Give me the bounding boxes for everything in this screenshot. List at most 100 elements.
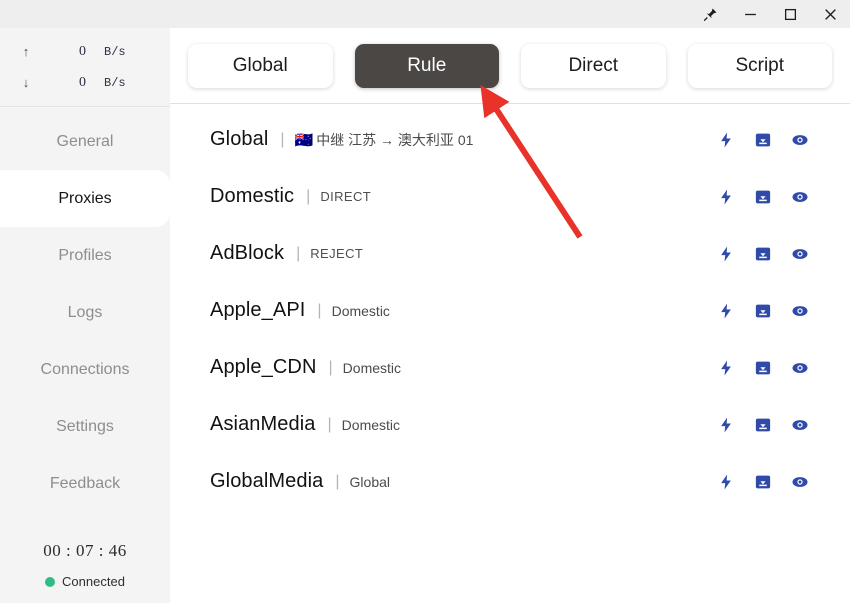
row-divider: | bbox=[317, 359, 343, 377]
upload-speed-value: 0 bbox=[52, 44, 86, 60]
sidebar-item-profiles[interactable]: Profiles bbox=[0, 227, 170, 284]
tab-label: Script bbox=[735, 55, 784, 77]
sidebar-item-label: Proxies bbox=[58, 190, 111, 208]
status-area: 00 : 07 : 46 Connected bbox=[0, 541, 170, 603]
eye-icon[interactable] bbox=[791, 302, 809, 320]
speed-indicator: ↑ 0 B/s ↓ 0 B/s bbox=[0, 28, 170, 107]
mode-tabs: Global Rule Direct Script bbox=[170, 28, 850, 103]
proxy-group-name: Domestic bbox=[210, 185, 294, 208]
sidebar: ↑ 0 B/s ↓ 0 B/s General Proxies Profiles… bbox=[0, 28, 170, 603]
table-row[interactable]: GlobalMedia | Global bbox=[170, 453, 850, 510]
row-divider: | bbox=[316, 416, 342, 434]
tab-direct[interactable]: Direct bbox=[521, 44, 666, 88]
proxy-group-name: AsianMedia bbox=[210, 413, 316, 436]
row-actions bbox=[717, 359, 850, 377]
sidebar-item-feedback[interactable]: Feedback bbox=[0, 455, 170, 512]
row-actions bbox=[717, 131, 850, 149]
lightning-bolt-icon[interactable] bbox=[717, 131, 735, 149]
tab-label: Global bbox=[233, 55, 288, 77]
lightning-bolt-icon[interactable] bbox=[717, 302, 735, 320]
proxy-group-name: Global bbox=[210, 128, 268, 151]
eye-icon[interactable] bbox=[791, 473, 809, 491]
tab-script[interactable]: Script bbox=[688, 44, 833, 88]
lightning-bolt-icon[interactable] bbox=[717, 188, 735, 206]
proxy-group-value: REJECT bbox=[310, 246, 363, 261]
lightning-bolt-icon[interactable] bbox=[717, 473, 735, 491]
sidebar-nav: General Proxies Profiles Logs Connection… bbox=[0, 107, 170, 512]
proxy-group-name: Apple_API bbox=[210, 299, 305, 322]
table-row[interactable]: Domestic | DIRECT bbox=[170, 168, 850, 225]
proxy-group-value: DIRECT bbox=[320, 189, 371, 204]
download-speed-row: ↓ 0 B/s bbox=[0, 67, 170, 98]
eye-icon[interactable] bbox=[791, 131, 809, 149]
session-timer: 00 : 07 : 46 bbox=[0, 541, 170, 561]
main-panel: Global Rule Direct Script Global | 🇦🇺 中继… bbox=[170, 28, 850, 603]
row-actions bbox=[717, 302, 850, 320]
sidebar-item-connections[interactable]: Connections bbox=[0, 341, 170, 398]
close-icon[interactable] bbox=[810, 0, 850, 28]
table-row[interactable]: Apple_API | Domestic bbox=[170, 282, 850, 339]
proxy-group-value: Global bbox=[350, 474, 390, 490]
table-row[interactable]: Apple_CDN | Domestic bbox=[170, 339, 850, 396]
sidebar-item-label: General bbox=[57, 133, 114, 151]
sidebar-item-settings[interactable]: Settings bbox=[0, 398, 170, 455]
sidebar-item-label: Connections bbox=[41, 361, 130, 379]
download-box-icon[interactable] bbox=[754, 473, 772, 491]
proxy-group-list: Global | 🇦🇺 中继 江苏 → 澳大利亚 01 Domestic | D… bbox=[170, 104, 850, 510]
sidebar-item-logs[interactable]: Logs bbox=[0, 284, 170, 341]
download-box-icon[interactable] bbox=[754, 302, 772, 320]
lightning-bolt-icon[interactable] bbox=[717, 416, 735, 434]
minimize-icon[interactable] bbox=[730, 0, 770, 28]
sidebar-item-label: Logs bbox=[68, 304, 103, 322]
tab-label: Direct bbox=[568, 55, 618, 77]
download-speed-unit: B/s bbox=[86, 76, 126, 90]
row-divider: | bbox=[294, 188, 320, 206]
pin-icon[interactable] bbox=[690, 0, 730, 28]
sidebar-item-proxies[interactable]: Proxies bbox=[0, 170, 170, 227]
title-bar bbox=[0, 0, 850, 28]
row-divider: | bbox=[323, 473, 349, 491]
download-box-icon[interactable] bbox=[754, 416, 772, 434]
maximize-icon[interactable] bbox=[770, 0, 810, 28]
lightning-bolt-icon[interactable] bbox=[717, 359, 735, 377]
row-actions bbox=[717, 188, 850, 206]
proxy-group-value: Domestic bbox=[332, 303, 390, 319]
proxy-group-name: GlobalMedia bbox=[210, 470, 323, 493]
table-row[interactable]: AdBlock | REJECT bbox=[170, 225, 850, 282]
eye-icon[interactable] bbox=[791, 416, 809, 434]
row-divider: | bbox=[268, 131, 294, 149]
app-window: ↑ 0 B/s ↓ 0 B/s General Proxies Profiles… bbox=[0, 0, 850, 603]
sidebar-item-general[interactable]: General bbox=[0, 113, 170, 170]
table-row[interactable]: Global | 🇦🇺 中继 江苏 → 澳大利亚 01 bbox=[170, 111, 850, 168]
tab-label: Rule bbox=[407, 55, 446, 77]
status-badge: Connected bbox=[62, 574, 125, 589]
eye-icon[interactable] bbox=[791, 188, 809, 206]
download-box-icon[interactable] bbox=[754, 131, 772, 149]
download-speed-value: 0 bbox=[52, 75, 86, 91]
download-box-icon[interactable] bbox=[754, 359, 772, 377]
download-arrow-icon: ↓ bbox=[0, 75, 52, 90]
download-box-icon[interactable] bbox=[754, 245, 772, 263]
connection-status: Connected bbox=[0, 574, 170, 589]
download-box-icon[interactable] bbox=[754, 188, 772, 206]
row-actions bbox=[717, 473, 850, 491]
table-row[interactable]: AsianMedia | Domestic bbox=[170, 396, 850, 453]
upload-speed-unit: B/s bbox=[86, 45, 126, 59]
upload-arrow-icon: ↑ bbox=[0, 44, 52, 59]
lightning-bolt-icon[interactable] bbox=[717, 245, 735, 263]
row-divider: | bbox=[305, 302, 331, 320]
eye-icon[interactable] bbox=[791, 359, 809, 377]
proxy-group-value: 中继 江苏 → 澳大利亚 01 bbox=[316, 130, 473, 150]
tab-rule[interactable]: Rule bbox=[355, 44, 500, 88]
tab-global[interactable]: Global bbox=[188, 44, 333, 88]
row-actions bbox=[717, 416, 850, 434]
eye-icon[interactable] bbox=[791, 245, 809, 263]
row-divider: | bbox=[284, 245, 310, 263]
proxy-group-value: Domestic bbox=[343, 360, 401, 376]
upload-speed-row: ↑ 0 B/s bbox=[0, 36, 170, 67]
sidebar-item-label: Profiles bbox=[58, 247, 111, 265]
sidebar-item-label: Settings bbox=[56, 418, 114, 436]
proxy-group-value: Domestic bbox=[342, 417, 400, 433]
flag-icon: 🇦🇺 bbox=[295, 131, 317, 149]
status-dot-icon bbox=[45, 577, 55, 587]
